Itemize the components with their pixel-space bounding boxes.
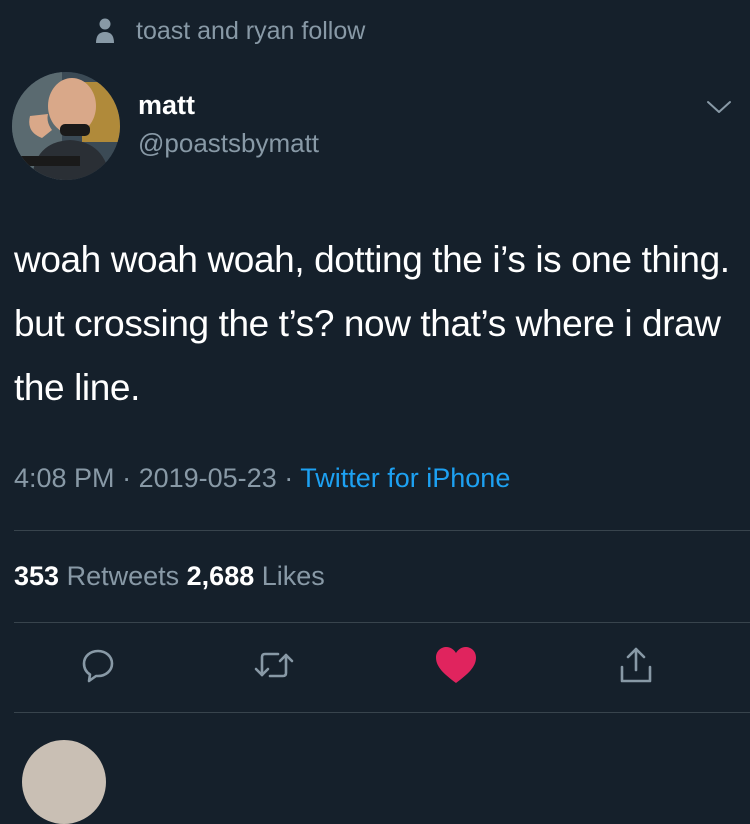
display-name[interactable]: matt [138,88,319,122]
tweet-date: 2019-05-23 [138,463,277,493]
heart-icon [434,645,478,690]
like-button[interactable] [434,645,478,689]
tweet-meta: 4:08 PM · 2019-05-23 · Twitter for iPhon… [14,460,510,496]
share-button[interactable] [614,645,658,689]
tweet-source-link[interactable]: Twitter for iPhone [300,463,510,493]
author-avatar[interactable] [12,72,120,180]
handle[interactable]: @poastsbymatt [138,126,319,160]
retweets-count[interactable]: 353 [14,561,59,591]
share-icon [618,645,654,690]
social-context: toast and ryan follow [94,14,365,48]
divider [14,622,750,623]
tweet-stats: 353 Retweets 2,688 Likes [14,558,325,594]
social-context-text: toast and ryan follow [136,16,366,45]
reply-button[interactable] [76,645,120,689]
retweets-label[interactable]: Retweets [67,561,180,591]
chevron-down-icon[interactable] [704,96,734,118]
reply-icon [80,647,116,688]
divider [14,712,750,713]
meta-separator: · [284,463,294,493]
next-tweet-avatar[interactable] [22,740,106,824]
tweet-text: woah woah woah, dotting the i’s is one t… [14,239,730,408]
retweet-button[interactable] [252,645,296,689]
divider [14,530,750,531]
person-icon [94,17,116,45]
tweet-time: 4:08 PM [14,463,115,493]
author-block[interactable]: matt @poastsbymatt [138,88,319,160]
next-tweet-partial[interactable] [0,716,750,824]
likes-count[interactable]: 2,688 [187,561,255,591]
meta-separator: · [122,463,132,493]
retweet-icon [254,647,294,688]
likes-label[interactable]: Likes [262,561,325,591]
